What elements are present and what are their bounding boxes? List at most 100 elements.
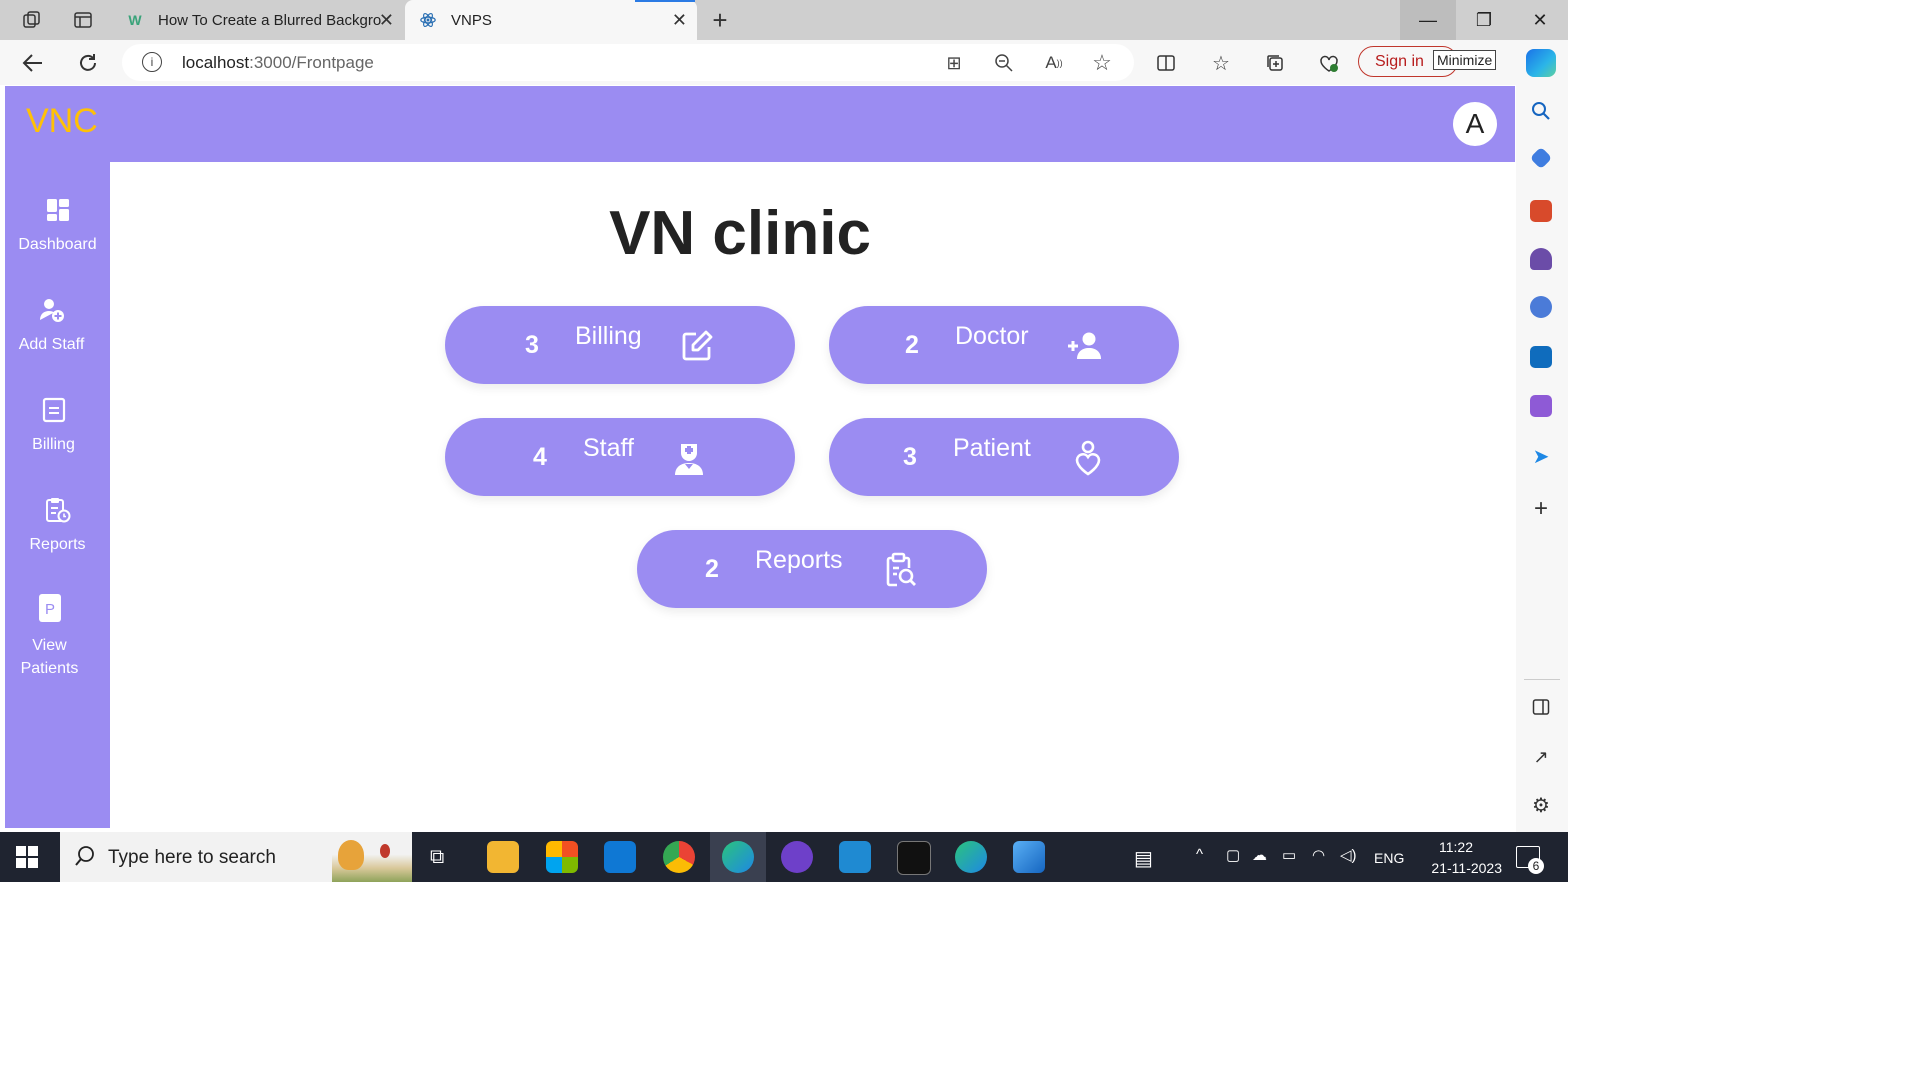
chrome-icon[interactable] [663,841,695,873]
sidebar-item-label: Add Staff [18,336,85,353]
tools-icon[interactable] [1530,200,1552,222]
split-screen-icon[interactable] [1153,50,1179,76]
sidebar-item-add-staff[interactable]: Add Staff [0,296,104,354]
close-window-button[interactable]: ✕ [1512,0,1568,40]
edge-dev-icon[interactable] [955,841,987,873]
outlook-icon[interactable] [1530,346,1552,368]
patients-icon: P [36,594,64,622]
task-view-icon[interactable]: ⧉ [430,846,444,869]
add-sidebar-app-icon[interactable]: + [1529,495,1553,522]
new-tab-icon[interactable]: + [708,5,732,35]
react-icon [419,11,437,29]
external-link-icon[interactable]: ↗ [1529,745,1553,769]
sidebar-item-label: Billing [32,436,75,453]
card-label: Reports [755,546,843,574]
sidebar-item-label: View Patients [20,637,79,677]
search-icon[interactable] [1529,99,1553,123]
card-count: 2 [905,331,919,359]
back-icon[interactable] [20,50,46,76]
sidebar-item-view-patients[interactable]: P View Patients [0,594,102,680]
minimize-button[interactable]: — [1400,0,1456,40]
svg-text:P: P [44,601,54,618]
card-label: Patient [953,434,1031,462]
card-count: 4 [533,443,547,471]
w-icon: W [128,12,142,28]
windows-start-icon[interactable] [16,846,38,868]
workspaces-icon[interactable] [20,8,44,32]
sidebar-item-reports[interactable]: Reports [5,496,110,554]
restore-button[interactable]: ❐ [1456,0,1512,40]
designer-icon[interactable] [1530,395,1552,417]
read-aloud-icon[interactable]: A)) [1042,51,1066,75]
volume-icon[interactable]: ◁) [1340,846,1357,864]
site-info-icon[interactable]: i [142,52,162,72]
github-desktop-icon[interactable] [781,841,813,873]
sidebar-item-label: Reports [29,536,86,553]
edge-sidebar: ➤ + ↗ ⚙ [1516,85,1568,832]
file-explorer-icon[interactable] [487,841,519,873]
send-icon[interactable]: ➤ [1529,444,1553,468]
collections-icon[interactable] [1262,50,1288,76]
vscode-icon[interactable] [839,841,871,873]
games-icon[interactable] [1530,248,1552,270]
edit-icon [679,328,715,364]
hide-sidebar-icon[interactable] [1529,695,1553,719]
favorite-star-icon[interactable]: ☆ [1090,50,1114,75]
card-label: Staff [583,434,634,462]
language-indicator[interactable]: ENG [1374,850,1404,866]
tab-blurred-background[interactable]: W How To Create a Blurred Backgro ✕ [112,0,404,40]
close-tab-icon[interactable]: ✕ [672,10,687,31]
mail-icon[interactable] [604,841,636,873]
edge-icon[interactable] [722,841,754,873]
url-text: localhost:3000/Frontpage [182,53,374,72]
microsoft-365-icon[interactable] [1530,296,1552,318]
reports-icon [44,496,72,524]
microsoft-store-icon[interactable] [546,841,578,873]
app-logo[interactable]: VNC [26,102,98,141]
search-icon [74,845,96,872]
browser-essentials-icon[interactable] [1316,50,1342,76]
card-label: Billing [575,322,642,350]
app-available-icon[interactable]: ⊞ [942,51,966,75]
app-header: VNC A [5,86,1515,162]
sidebar-divider [1524,679,1560,680]
nurse-icon [671,440,707,476]
minimize-tooltip: Minimize [1433,50,1497,70]
shopping-tag-icon[interactable] [1529,146,1553,170]
card-staff[interactable]: 4 Staff [445,418,795,496]
terminal-icon[interactable] [897,841,931,875]
card-billing[interactable]: 3 Billing [445,306,795,384]
card-reports[interactable]: 2 Reports [637,530,987,608]
zoom-out-icon[interactable] [992,51,1016,75]
meet-now-icon[interactable]: ▢ [1226,846,1240,864]
copilot-icon[interactable] [1526,49,1556,77]
news-widget-icon[interactable]: ▤ [1134,846,1153,871]
onedrive-icon[interactable]: ☁ [1252,846,1267,864]
wifi-icon[interactable]: ◠ [1312,846,1325,864]
tab-title: How To Create a Blurred Backgro [158,11,382,29]
settings-gear-icon[interactable]: ⚙ [1529,793,1553,817]
card-patient[interactable]: 3 Patient [829,418,1179,496]
battery-icon[interactable]: ▭ [1282,846,1296,864]
address-bar: i localhost:3000/Frontpage ⊞ A)) ☆ ☆ Sig… [0,40,1568,85]
taskbar-clock[interactable]: 11:22 21-11-2023 [1410,837,1502,879]
favorites-icon[interactable]: ☆ [1208,50,1234,76]
photos-icon[interactable] [1013,841,1045,873]
page-title: VN clinic [609,199,871,268]
tab-actions-icon[interactable] [71,8,95,32]
show-hidden-icons-icon[interactable]: ^ [1196,846,1203,863]
card-doctor[interactable]: 2 Doctor [829,306,1179,384]
taskbar-search[interactable]: Type here to search [60,832,412,882]
url-field[interactable]: i localhost:3000/Frontpage ⊞ A)) ☆ [122,44,1134,81]
tab-vnps[interactable]: VNPS ✕ [405,0,697,40]
sidebar-item-billing[interactable]: Billing [1,396,106,454]
card-count: 2 [705,555,719,583]
avatar[interactable]: A [1453,102,1497,146]
tab-title: VNPS [451,11,492,29]
windows-taskbar: Type here to search ⧉ ▤ ^ ▢ ☁ ▭ ◠ ◁) ENG… [0,832,1568,882]
refresh-icon[interactable] [75,50,101,76]
billing-icon [40,396,68,424]
search-placeholder: Type here to search [108,847,276,868]
card-label: Doctor [955,322,1029,350]
close-tab-icon[interactable]: ✕ [379,10,394,31]
